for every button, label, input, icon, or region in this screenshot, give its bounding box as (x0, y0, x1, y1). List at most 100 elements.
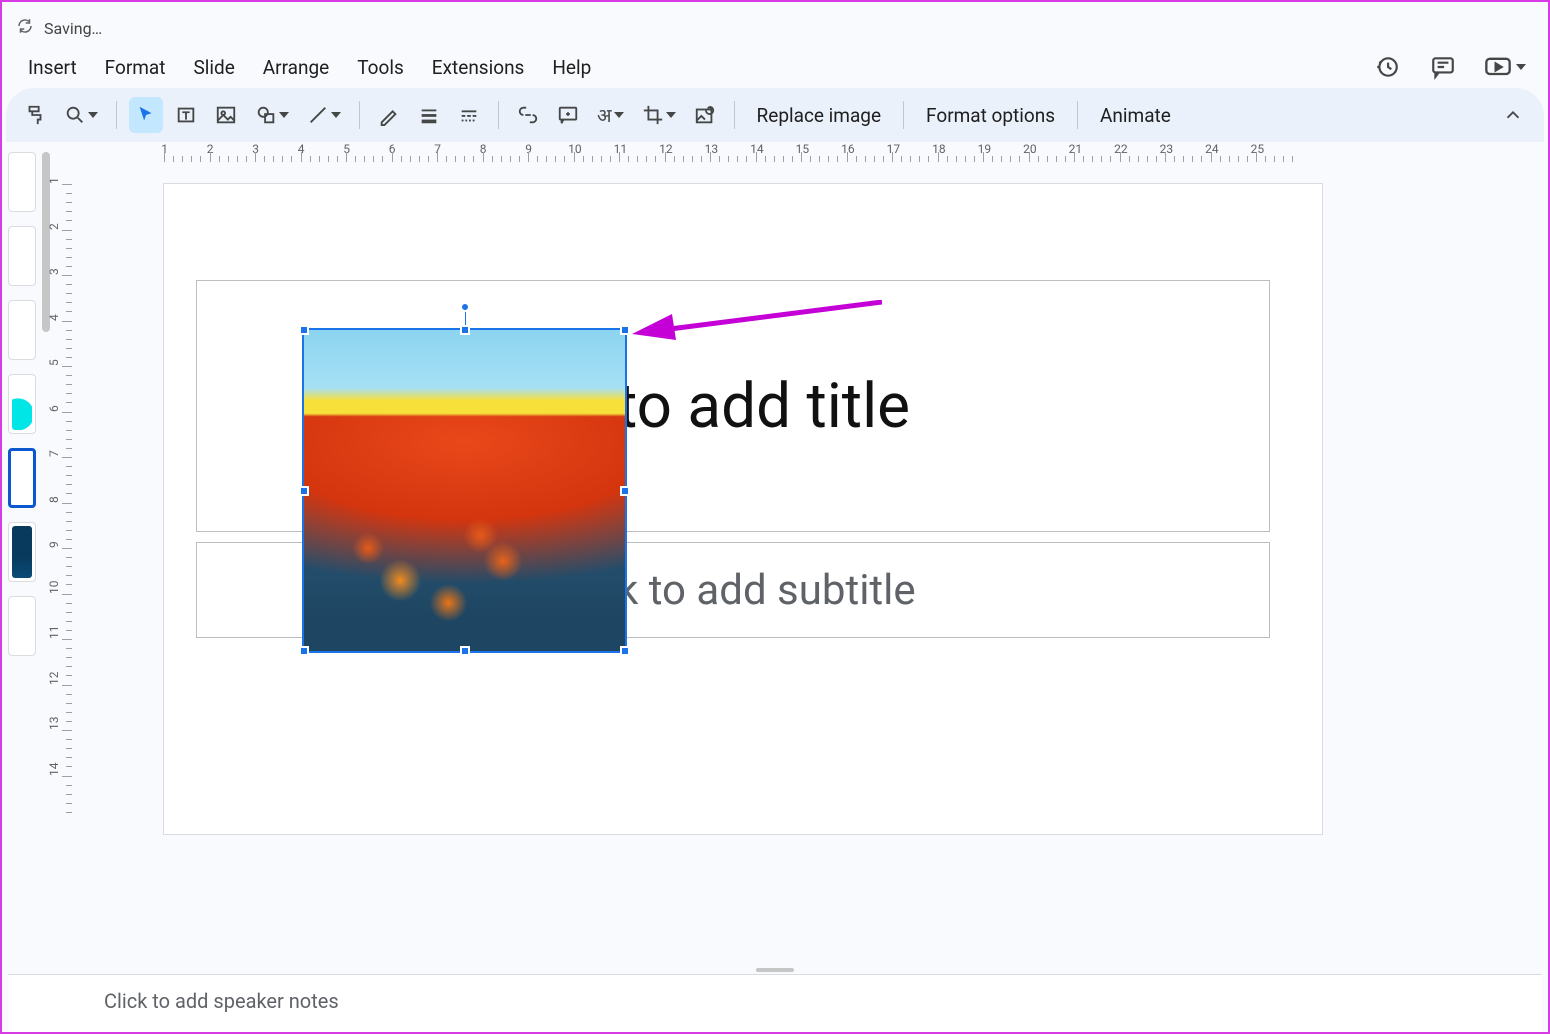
separator (116, 101, 117, 129)
slide-canvas[interactable]: to add title k to add subtitle (80, 170, 1536, 968)
separator (734, 101, 735, 129)
collapse-toolbar-icon[interactable] (1496, 97, 1530, 133)
ruler-v-label: 13 (47, 717, 61, 731)
workspace: 1234567891011121314151617181920212223242… (2, 142, 1548, 968)
shape-tool[interactable] (249, 97, 295, 133)
separator (498, 101, 499, 129)
ruler-v-label: 7 (47, 450, 61, 457)
slide-thumbnail-selected[interactable] (8, 448, 36, 508)
ruler-h-label: 17 (887, 142, 901, 156)
speaker-notes[interactable]: Click to add speaker notes (8, 974, 1542, 1032)
border-dash-icon[interactable] (452, 97, 486, 133)
subtitle-placeholder-text: k to add subtitle (617, 566, 916, 615)
chevron-down-icon (614, 112, 624, 118)
ruler-h-label: 20 (1023, 142, 1037, 156)
resize-handle-s[interactable] (460, 646, 470, 656)
ruler-h-label: 23 (1160, 142, 1174, 156)
ruler-h-label: 11 (614, 142, 628, 156)
resize-handle-sw[interactable] (299, 646, 309, 656)
ruler-v-label: 6 (47, 405, 61, 412)
horizontal-ruler: 1234567891011121314151617181920212223242… (80, 142, 1536, 170)
ruler-h-label: 14 (750, 142, 764, 156)
ruler-h-label: 18 (932, 142, 946, 156)
ruler-v-label: 12 (47, 671, 61, 685)
ruler-v-label: 11 (47, 626, 61, 640)
title-bar: Saving… (2, 2, 1548, 46)
replace-image-button[interactable]: Replace image (747, 98, 892, 133)
ruler-h-label: 22 (1114, 142, 1128, 156)
chevron-down-icon (1516, 64, 1526, 70)
ruler-h-label: 21 (1069, 142, 1083, 156)
thumbnails-scrollbar[interactable] (40, 142, 52, 968)
reset-image-icon[interactable] (688, 97, 722, 133)
animate-button[interactable]: Animate (1090, 98, 1181, 133)
version-history-icon[interactable] (1372, 52, 1402, 82)
slide-thumbnail[interactable] (8, 596, 36, 656)
rotation-handle[interactable] (460, 302, 470, 312)
zoom-button[interactable] (58, 97, 104, 133)
slide-thumbnail[interactable] (8, 152, 36, 212)
menu-arrange[interactable]: Arrange (251, 48, 341, 87)
slide-thumbnail[interactable] (8, 522, 36, 582)
slide[interactable]: to add title k to add subtitle (164, 184, 1322, 834)
paint-format-icon[interactable] (18, 97, 52, 133)
menu-format[interactable]: Format (93, 48, 178, 87)
ruler-v-label: 3 (47, 268, 61, 275)
border-color-icon[interactable] (372, 97, 406, 133)
slide-thumbnail[interactable] (8, 300, 36, 360)
textbox-tool[interactable] (169, 97, 203, 133)
format-options-button[interactable]: Format options (916, 98, 1065, 133)
slide-thumbnail[interactable] (8, 226, 36, 286)
resize-handle-e[interactable] (620, 486, 630, 496)
speaker-notes-placeholder: Click to add speaker notes (104, 989, 339, 1013)
resize-handle-w[interactable] (299, 486, 309, 496)
toolbar: अ Replace image Format options Animate (6, 88, 1544, 142)
resize-handle-n[interactable] (460, 325, 470, 335)
select-tool[interactable] (129, 97, 163, 133)
ruler-v-label: 5 (47, 359, 61, 366)
vertical-ruler: 1234567891011121314 (52, 170, 80, 968)
menu-insert[interactable]: Insert (16, 48, 89, 87)
ruler-h-label: 12 (659, 142, 673, 156)
ruler-h-label: 19 (978, 142, 992, 156)
menu-extensions[interactable]: Extensions (420, 48, 537, 87)
slide-thumbnail[interactable] (8, 374, 36, 434)
ruler-h-label: 25 (1251, 142, 1265, 156)
selected-image[interactable] (302, 328, 627, 653)
separator (359, 101, 360, 129)
title-placeholder-text: to add title (617, 370, 910, 443)
annotation-arrow (632, 300, 882, 340)
crop-icon[interactable] (636, 97, 682, 133)
canvas-area: 1234567891011121314 15 16 17 18 19 20 21 22 23 24 2… (52, 142, 1548, 968)
ruler-h-label: 13 (705, 142, 719, 156)
ruler-v-label: 14 (47, 762, 61, 776)
resize-handle-se[interactable] (620, 646, 630, 656)
ruler-h-label: 15 (796, 142, 810, 156)
ruler-h-label: 16 (841, 142, 855, 156)
line-tool[interactable] (301, 97, 347, 133)
image-tool[interactable] (209, 97, 243, 133)
chevron-down-icon (279, 112, 289, 118)
translate-icon[interactable]: अ (591, 97, 630, 133)
ruler-v-label: 1 (47, 177, 61, 184)
resize-handle-ne[interactable] (620, 325, 630, 335)
ruler-h-label: 24 (1205, 142, 1219, 156)
ruler-v-label: 10 (47, 580, 61, 594)
resize-handle-nw[interactable] (299, 325, 309, 335)
comment-icon[interactable] (551, 97, 585, 133)
ruler-v-label: 9 (47, 541, 61, 548)
ruler-h-label: 10 (568, 142, 582, 156)
menu-help[interactable]: Help (540, 48, 603, 87)
menu-tools[interactable]: Tools (345, 48, 416, 87)
separator (1077, 101, 1078, 129)
ruler-v-label: 2 (47, 223, 61, 230)
menu-bar: Insert Format Slide Arrange Tools Extens… (2, 46, 1548, 88)
present-button[interactable] (1484, 53, 1526, 81)
border-weight-icon[interactable] (412, 97, 446, 133)
link-icon[interactable] (511, 97, 545, 133)
separator (903, 101, 904, 129)
ruler-v-label: 8 (47, 496, 61, 503)
menu-slide[interactable]: Slide (181, 48, 246, 87)
comments-icon[interactable] (1428, 52, 1458, 82)
sync-icon (16, 17, 34, 39)
